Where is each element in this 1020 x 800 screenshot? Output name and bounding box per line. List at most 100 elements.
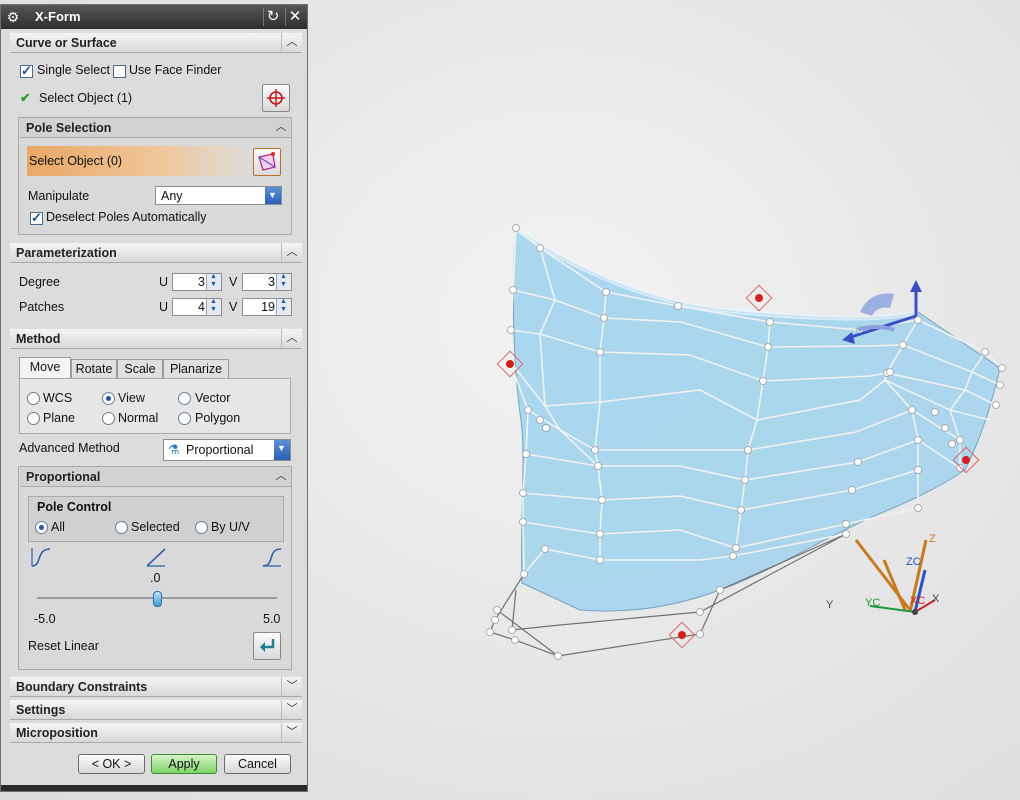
proportional-icon: ⚗ (168, 442, 180, 457)
normal-label: Normal (118, 411, 159, 425)
ease-in-curve-icon[interactable] (30, 546, 52, 568)
crosshair-select-button[interactable] (262, 84, 290, 112)
triad-label-x: X (932, 593, 940, 605)
move-options-panel: WCS View Vector Plane Normal Polygon (19, 378, 291, 434)
chevron-up-icon[interactable]: ︿ (281, 243, 302, 262)
section-settings[interactable]: Settings ﹀ (10, 700, 302, 720)
pole-select-icon (258, 152, 276, 171)
spinner-arrows-icon[interactable] (276, 298, 291, 315)
patches-label: Patches (19, 300, 65, 314)
degree-u-value: 3 (198, 275, 205, 289)
chevron-up-icon[interactable]: ︿ (281, 33, 302, 52)
patches-v-spinner[interactable]: 19 (242, 298, 292, 316)
slider-max-label: 5.0 (263, 612, 281, 626)
section-parameterization[interactable]: Parameterization ︿ (10, 243, 302, 263)
section-boundary-constraints[interactable]: Boundary Constraints ﹀ (10, 677, 302, 697)
slider-thumb[interactable] (153, 591, 162, 607)
chevron-down-icon[interactable]: ﹀ (281, 700, 302, 719)
all-label: All (51, 520, 65, 534)
degree-v-value: 3 (268, 275, 275, 289)
radio-by-uv[interactable] (195, 521, 208, 534)
crosshair-icon (267, 89, 285, 107)
section-method[interactable]: Method ︿ (10, 329, 302, 349)
method-tabs: Move Rotate Scale Planarize (19, 357, 291, 379)
apply-button[interactable]: Apply (151, 754, 217, 774)
xform-dialog: ⚙ X-Form ↻ ✕ Curve or Surface ︿ Single S… (0, 4, 308, 792)
chevron-up-icon[interactable]: ︿ (281, 329, 302, 348)
by-uv-label: By U/V (211, 520, 250, 534)
cancel-button[interactable]: Cancel (224, 754, 291, 774)
section-label: Boundary Constraints (16, 680, 148, 694)
radio-normal[interactable] (102, 412, 115, 425)
ok-button[interactable]: < OK > (78, 754, 145, 774)
radio-wcs[interactable] (27, 392, 40, 405)
vector-label: Vector (195, 391, 231, 405)
section-proportional[interactable]: Proportional ︿ (20, 467, 291, 487)
graphics-viewport[interactable]: ZC YC XC Z Y X (308, 0, 1020, 800)
section-label: Proportional (26, 470, 101, 484)
slider-value: .0 (150, 571, 161, 585)
section-label: Method (16, 332, 61, 346)
dialog-bottom-bar (1, 785, 307, 791)
degree-v-label: V (229, 275, 238, 289)
use-face-finder-checkbox[interactable] (113, 65, 126, 78)
spinner-arrows-icon[interactable] (206, 273, 221, 290)
section-label: Pole Selection (26, 121, 112, 135)
section-microposition[interactable]: Microposition ﹀ (10, 723, 302, 743)
tab-move[interactable]: Move (19, 357, 71, 378)
advanced-method-label: Advanced Method (19, 441, 120, 455)
advanced-method-value: Proportional (186, 443, 254, 457)
advanced-method-select[interactable]: ⚗ Proportional (163, 439, 291, 461)
section-curve-or-surface[interactable]: Curve or Surface ︿ (10, 33, 302, 53)
reset-icon[interactable]: ↻ (263, 8, 282, 26)
spinner-arrows-icon[interactable] (276, 273, 291, 290)
patches-v-label: V (229, 300, 238, 314)
section-pole-selection[interactable]: Pole Selection ︿ (20, 118, 291, 138)
radio-polygon[interactable] (178, 412, 191, 425)
reset-linear-button[interactable] (253, 632, 281, 660)
single-select-checkbox[interactable] (20, 63, 33, 79)
chevron-down-icon[interactable]: ﹀ (281, 677, 302, 696)
manipulate-select[interactable]: Any (155, 186, 282, 205)
degree-label: Degree (19, 275, 60, 289)
chevron-up-icon[interactable]: ︿ (271, 118, 291, 137)
deselect-poles-checkbox[interactable] (30, 210, 43, 226)
section-label: Curve or Surface (16, 36, 117, 50)
radio-plane[interactable] (27, 412, 40, 425)
degree-u-label: U (159, 275, 169, 289)
chevron-down-icon[interactable] (265, 187, 281, 204)
section-label: Parameterization (16, 246, 117, 260)
tab-planarize[interactable]: Planarize (163, 359, 229, 378)
dialog-titlebar: ⚙ X-Form ↻ ✕ (1, 5, 307, 29)
triad-label-zc: ZC (906, 556, 921, 568)
tab-rotate[interactable]: Rotate (71, 359, 117, 378)
degree-v-spinner[interactable]: 3 (242, 273, 292, 291)
select-object-highlight[interactable]: Select Object (0) (27, 146, 251, 176)
linear-curve-icon[interactable] (145, 546, 167, 568)
close-icon[interactable]: ✕ (285, 8, 304, 26)
pole-selection-group: Pole Selection ︿ Select Object (0) Manip… (18, 117, 292, 235)
chevron-down-icon[interactable] (274, 440, 290, 460)
chevron-down-icon[interactable]: ﹀ (281, 723, 302, 742)
manipulate-label: Manipulate (28, 189, 90, 203)
triad-label-y: Y (826, 599, 834, 611)
dialog-title: X-Form (35, 9, 81, 24)
pole-select-button[interactable] (253, 148, 281, 176)
degree-u-spinner[interactable]: 3 (172, 273, 222, 291)
ease-out-curve-icon[interactable] (261, 546, 283, 568)
triad-label-xc: XC (910, 595, 925, 607)
proportional-group: Proportional ︿ Pole Control All Selected… (18, 466, 292, 670)
gear-icon[interactable]: ⚙ (5, 9, 21, 25)
radio-all[interactable] (35, 521, 48, 534)
use-face-finder-label: Use Face Finder (129, 63, 222, 77)
triad-label-yc: YC (865, 597, 880, 609)
radio-selected[interactable] (115, 521, 128, 534)
tab-scale[interactable]: Scale (117, 359, 163, 378)
spinner-arrows-icon[interactable] (206, 298, 221, 315)
patches-u-label: U (159, 300, 169, 314)
radio-view[interactable] (102, 392, 115, 405)
manipulate-value: Any (161, 189, 183, 203)
patches-u-spinner[interactable]: 4 (172, 298, 222, 316)
radio-vector[interactable] (178, 392, 191, 405)
chevron-up-icon[interactable]: ︿ (271, 467, 291, 486)
